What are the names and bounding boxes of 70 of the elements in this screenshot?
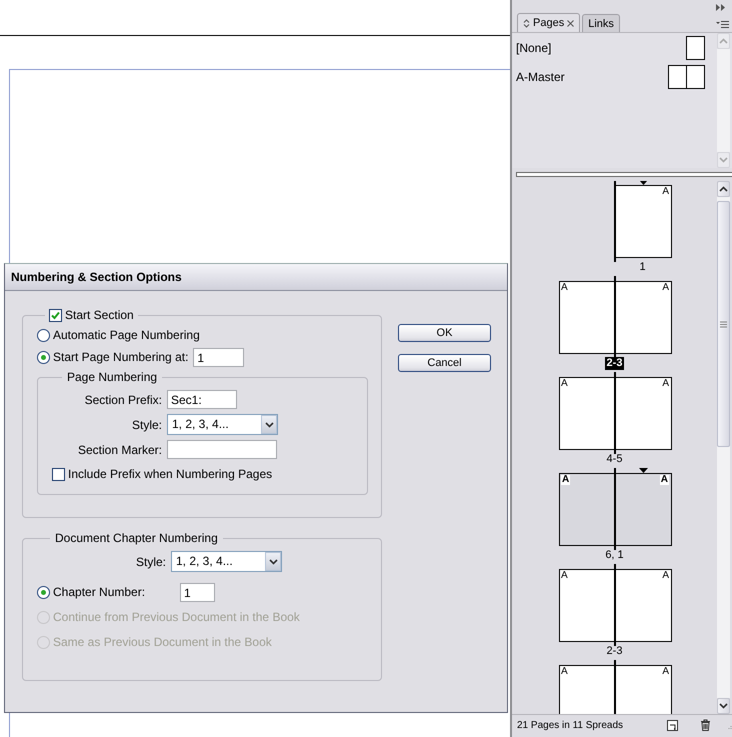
checkbox-label: Start Section bbox=[65, 308, 134, 322]
master-letter: A bbox=[662, 571, 669, 581]
radio-button[interactable] bbox=[37, 328, 50, 342]
trash-icon[interactable] bbox=[700, 719, 712, 731]
master-thumbnail[interactable] bbox=[687, 36, 705, 60]
radio-label: Chapter Number: bbox=[53, 585, 146, 599]
page-thumbnail[interactable]: A bbox=[559, 377, 616, 450]
dropdown[interactable]: 1, 2, 3, 4... bbox=[171, 551, 282, 572]
radio-label: Same as Previous Document in the Book bbox=[53, 635, 272, 649]
dropdown[interactable]: 1, 2, 3, 4... bbox=[167, 414, 278, 435]
page-thumbnail[interactable]: A bbox=[559, 569, 616, 642]
checkbox[interactable] bbox=[52, 468, 65, 480]
master-letter: A bbox=[662, 187, 669, 197]
group-title: Document Chapter Numbering bbox=[55, 531, 218, 545]
master-letter: A bbox=[561, 475, 570, 485]
close-icon[interactable] bbox=[567, 20, 574, 26]
page-thumbnail[interactable]: A bbox=[615, 281, 672, 354]
master-name[interactable]: [None] bbox=[516, 41, 552, 55]
field-label: Style: bbox=[132, 418, 162, 432]
dialog-title: Numbering & Section Options bbox=[5, 264, 507, 291]
page-thumbnail[interactable]: A bbox=[615, 473, 672, 546]
panel-tab[interactable]: Links bbox=[582, 14, 620, 32]
spread-label[interactable]: 2-3 bbox=[604, 645, 624, 658]
page-thumbnail[interactable]: A bbox=[559, 665, 616, 714]
menu-icon[interactable] bbox=[716, 20, 729, 29]
group-title: Page Numbering bbox=[67, 370, 158, 384]
master-letter: A bbox=[660, 475, 669, 485]
master-letter: A bbox=[561, 667, 568, 677]
input-field[interactable]: Sec1: bbox=[167, 390, 237, 409]
page-count: 21 Pages in 11 Spreads bbox=[517, 720, 624, 730]
checkbox-label: Include Prefix when Numbering Pages bbox=[68, 467, 272, 481]
page-thumbnail[interactable]: A bbox=[559, 281, 616, 354]
page-thumbnail[interactable]: A bbox=[615, 377, 672, 450]
field-label: Section Prefix: bbox=[84, 392, 162, 406]
checkbox[interactable] bbox=[49, 308, 62, 322]
new-page-icon[interactable] bbox=[667, 720, 678, 730]
radio-button[interactable] bbox=[37, 586, 50, 598]
scroll-down-icon[interactable] bbox=[717, 698, 730, 714]
radio-label: Continue from Previous Document in the Book bbox=[53, 610, 300, 624]
radio-label: Start Page Numbering at: bbox=[53, 350, 188, 364]
page-thumbnail[interactable]: A bbox=[615, 665, 672, 714]
dialog-button[interactable]: Cancel bbox=[398, 354, 491, 372]
page-thumbnail[interactable]: A bbox=[615, 185, 672, 258]
master-letter: A bbox=[561, 571, 568, 581]
panel-splitter[interactable] bbox=[516, 172, 732, 177]
field-label: Section Marker: bbox=[78, 442, 162, 456]
master-letter: A bbox=[561, 379, 568, 389]
radio-button[interactable] bbox=[37, 350, 50, 364]
spread-label[interactable]: 2-3 bbox=[604, 357, 624, 370]
scroll-up-icon[interactable] bbox=[717, 181, 730, 197]
scroll-thumb[interactable] bbox=[717, 201, 730, 447]
field-label: Style: bbox=[136, 554, 166, 568]
spread-label[interactable]: 1 bbox=[637, 261, 648, 274]
master-name[interactable]: A-Master bbox=[516, 70, 565, 84]
dialog-button[interactable]: OK bbox=[398, 324, 491, 342]
master-letter: A bbox=[561, 283, 568, 293]
radio-label: Automatic Page Numbering bbox=[53, 328, 200, 342]
input-field[interactable] bbox=[167, 440, 277, 459]
updown-icon bbox=[523, 18, 530, 28]
spread-label[interactable]: 4-5 bbox=[604, 453, 624, 466]
master-letter: A bbox=[662, 379, 669, 389]
panel-tab[interactable]: Pages bbox=[517, 13, 580, 32]
master-letter: A bbox=[662, 283, 669, 293]
input-field[interactable]: 1 bbox=[180, 582, 215, 602]
master-thumbnail[interactable] bbox=[669, 65, 705, 89]
spread-label[interactable]: 6, 1 bbox=[603, 549, 626, 562]
input-field[interactable]: 1 bbox=[193, 348, 244, 366]
page-thumbnail[interactable]: A bbox=[559, 473, 616, 546]
page-thumbnail[interactable]: A bbox=[615, 569, 672, 642]
master-letter: A bbox=[662, 667, 669, 677]
